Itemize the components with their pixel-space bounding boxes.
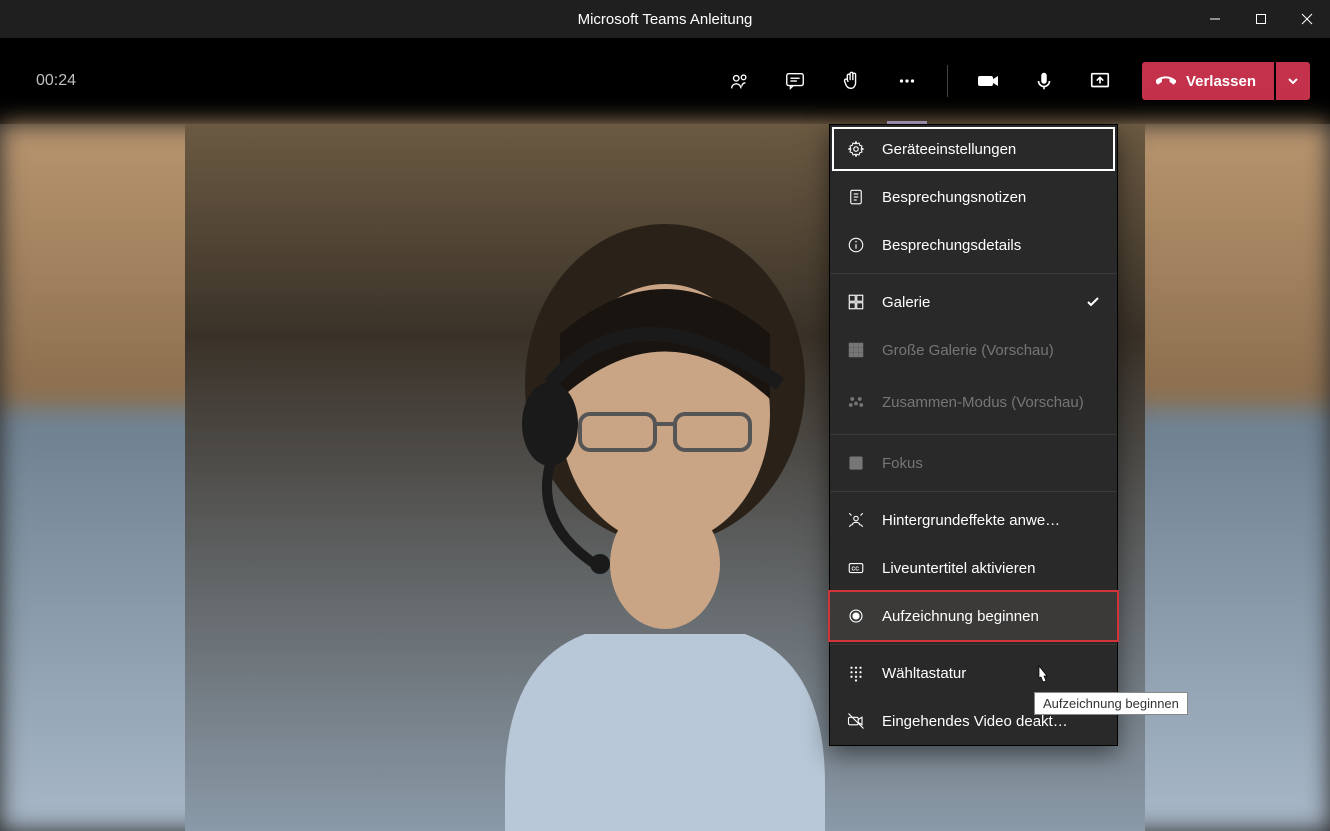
more-actions-menu: Geräteeinstellungen Besprechungsnotizen … <box>829 124 1118 746</box>
participants-button[interactable] <box>711 57 767 105</box>
window-title: Microsoft Teams Anleitung <box>578 11 753 28</box>
menu-label: Fokus <box>882 455 1101 472</box>
menu-background-effects[interactable]: Hintergrundeffekte anwe… <box>830 496 1117 544</box>
leave-container: Verlassen <box>1142 62 1310 100</box>
hangup-icon <box>1156 71 1176 91</box>
menu-label: Große Galerie (Vorschau) <box>882 342 1101 359</box>
menu-focus: Fokus <box>830 439 1117 487</box>
menu-label: Besprechungsnotizen <box>882 189 1101 206</box>
leave-button[interactable]: Verlassen <box>1142 62 1274 100</box>
menu-separator <box>830 491 1117 492</box>
share-screen-button[interactable] <box>1072 57 1128 105</box>
microphone-button[interactable] <box>1016 57 1072 105</box>
menu-live-captions[interactable]: CC Liveuntertitel aktivieren <box>830 544 1117 592</box>
menu-label: Wähltastatur <box>882 665 1101 682</box>
window-controls <box>1192 0 1330 38</box>
menu-label: Aufzeichnung beginnen <box>882 608 1101 625</box>
menu-label: Galerie <box>882 294 1101 311</box>
leave-label: Verlassen <box>1186 73 1256 90</box>
menu-dialpad[interactable]: Wähltastatur <box>830 649 1117 697</box>
video-area <box>0 124 1330 831</box>
menu-label: Liveuntertitel aktivieren <box>882 560 1101 577</box>
dialpad-icon <box>846 663 866 683</box>
minimize-button[interactable] <box>1192 0 1238 38</box>
toolbar-icons <box>711 57 1128 105</box>
menu-together-mode: Zusammen-Modus (Vorschau) <box>830 374 1117 430</box>
menu-meeting-details[interactable]: Besprechungsdetails <box>830 221 1117 269</box>
toolbar-separator <box>947 65 948 97</box>
raise-hand-button[interactable] <box>823 57 879 105</box>
mouse-cursor-icon <box>1032 664 1052 688</box>
maximize-button[interactable] <box>1238 0 1284 38</box>
more-actions-button[interactable] <box>879 57 935 105</box>
menu-label: Zusammen-Modus (Vorschau) <box>882 394 1101 411</box>
menu-label: Geräteeinstellungen <box>882 141 1101 158</box>
gallery-icon <box>846 292 866 312</box>
toolbar: 00:24 Verlassen <box>0 38 1330 124</box>
menu-separator <box>830 273 1117 274</box>
cc-icon: CC <box>846 558 866 578</box>
bg-effects-icon <box>846 510 866 530</box>
info-icon <box>846 235 866 255</box>
together-icon <box>846 392 866 412</box>
menu-device-settings[interactable]: Geräteeinstellungen <box>830 125 1117 173</box>
menu-meeting-notes[interactable]: Besprechungsnotizen <box>830 173 1117 221</box>
menu-separator <box>830 434 1117 435</box>
menu-start-recording[interactable]: Aufzeichnung beginnen <box>830 592 1117 640</box>
menu-label: Besprechungsdetails <box>882 237 1101 254</box>
tooltip: Aufzeichnung beginnen <box>1034 692 1188 715</box>
large-gallery-icon <box>846 340 866 360</box>
menu-label: Hintergrundeffekte anwe… <box>882 512 1101 529</box>
close-button[interactable] <box>1284 0 1330 38</box>
leave-dropdown-button[interactable] <box>1276 62 1310 100</box>
call-timer: 00:24 <box>36 72 76 90</box>
chevron-down-icon <box>1287 75 1299 87</box>
focus-icon <box>846 453 866 473</box>
notes-icon <box>846 187 866 207</box>
chat-button[interactable] <box>767 57 823 105</box>
camera-button[interactable] <box>960 57 1016 105</box>
gear-icon <box>846 139 866 159</box>
titlebar: Microsoft Teams Anleitung <box>0 0 1330 38</box>
check-icon <box>1085 294 1101 310</box>
menu-large-gallery: Große Galerie (Vorschau) <box>830 326 1117 374</box>
video-off-icon <box>846 711 866 731</box>
record-icon <box>846 606 866 626</box>
menu-label: Eingehendes Video deakt… <box>882 713 1101 730</box>
svg-text:CC: CC <box>852 566 860 572</box>
menu-gallery[interactable]: Galerie <box>830 278 1117 326</box>
menu-separator <box>830 644 1117 645</box>
